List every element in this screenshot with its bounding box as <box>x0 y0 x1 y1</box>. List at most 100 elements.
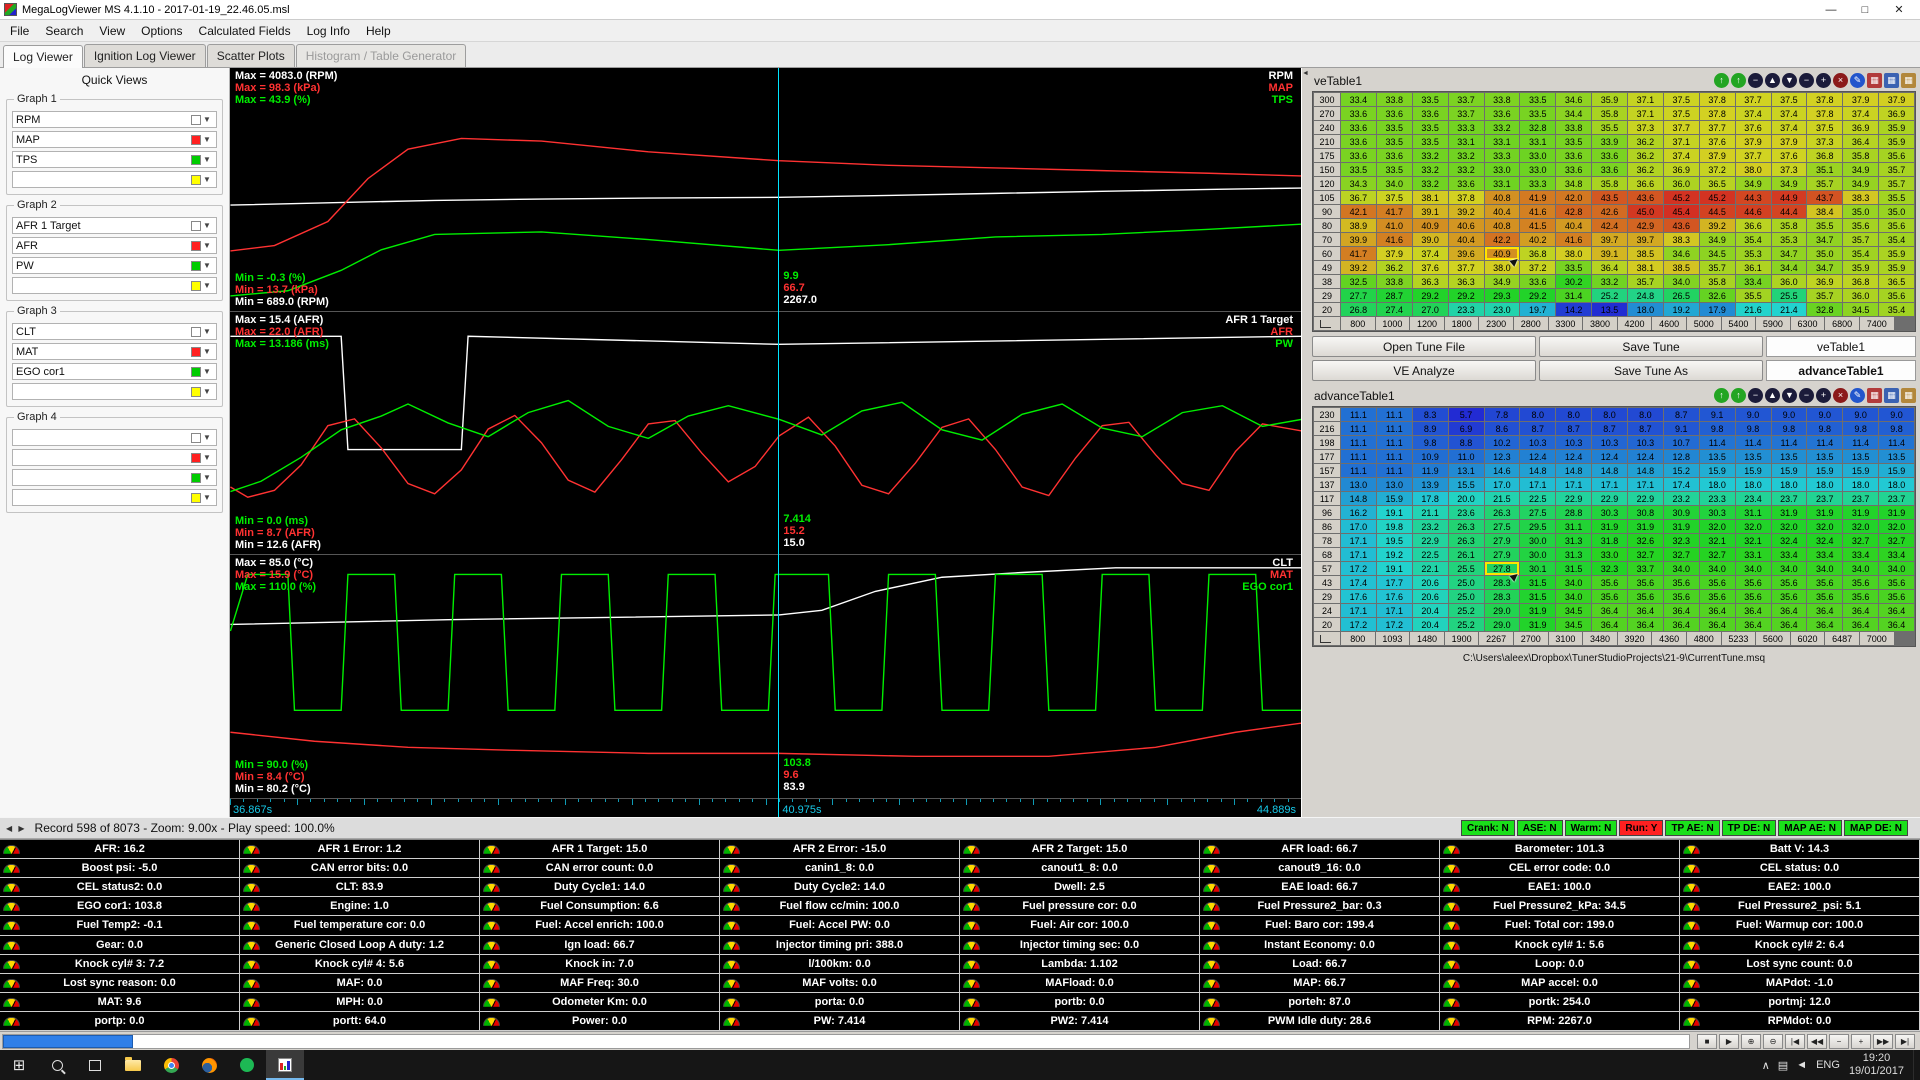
table-cell[interactable]: 32.7 <box>1628 548 1663 561</box>
gauge-afr-1-error[interactable]: AFR 1 Error: 1.2 <box>240 840 480 860</box>
table-cell[interactable]: 31.5 <box>1520 590 1556 603</box>
table-cell[interactable]: 31.1 <box>1735 506 1771 519</box>
table-cell[interactable]: 34.8 <box>1556 177 1592 190</box>
table-cell[interactable]: 37.9 <box>1699 149 1735 162</box>
table-cell[interactable]: 33.2 <box>1412 177 1448 190</box>
tab-ignition-log-viewer[interactable]: Ignition Log Viewer <box>83 44 206 67</box>
table-cell[interactable]: 35.6 <box>1699 576 1735 589</box>
table-cell[interactable]: 36.6 <box>1735 219 1771 232</box>
table-cell[interactable]: 35.8 <box>1699 275 1735 288</box>
gauge-eae1[interactable]: EAE1: 100.0 <box>1440 878 1680 898</box>
table-cell[interactable]: 32.4 <box>1771 534 1807 547</box>
table-cell[interactable]: 33.5 <box>1556 135 1592 148</box>
save-tune-button[interactable]: Save Tune <box>1539 336 1763 357</box>
table-cell[interactable]: 35.6 <box>1879 289 1914 302</box>
table-cell[interactable]: 29.2 <box>1412 289 1448 302</box>
last-record-button[interactable]: ▶| <box>1895 1033 1915 1049</box>
table-cell[interactable]: 17.1 <box>1628 478 1663 491</box>
table-cell[interactable]: 17.9 <box>1699 303 1735 316</box>
table-cell[interactable]: 34.0 <box>1771 562 1807 575</box>
table-cell[interactable]: 15.9 <box>1699 464 1735 477</box>
table-cell[interactable]: 44.9 <box>1771 191 1807 204</box>
gauge-afr-load[interactable]: AFR load: 66.7 <box>1200 840 1440 860</box>
table-cell[interactable]: 22.9 <box>1556 492 1592 505</box>
table-cell[interactable]: 38.5 <box>1628 247 1663 260</box>
search-icon[interactable] <box>38 1050 76 1080</box>
channel-select-empty[interactable]: ▼ <box>12 171 217 188</box>
table-cell[interactable]: 13.5 <box>1699 450 1735 463</box>
timeline-scrollbar[interactable] <box>2 1033 1690 1049</box>
channel-select-map[interactable]: MAP ▼ <box>12 131 217 148</box>
table-cell[interactable]: 37.7 <box>1735 93 1771 106</box>
table-cell[interactable]: 33.5 <box>1341 163 1376 176</box>
table-cell[interactable]: 35.9 <box>1879 247 1914 260</box>
gauge-porta[interactable]: porta: 0.0 <box>720 992 960 1012</box>
table-cell[interactable]: 33.5 <box>1412 135 1448 148</box>
table-cell[interactable]: 15.2 <box>1663 464 1699 477</box>
table-cell[interactable]: 9.0 <box>1771 408 1807 421</box>
table-cell[interactable]: 41.6 <box>1376 233 1412 246</box>
gauge-barometer[interactable]: Barometer: 101.3 <box>1440 840 1680 860</box>
table-cell[interactable]: 33.6 <box>1556 149 1592 162</box>
table-cell[interactable]: 33.8 <box>1376 93 1412 106</box>
table-cell[interactable]: 23.7 <box>1771 492 1807 505</box>
ve-shift-down-icon[interactable]: ▼ <box>1782 73 1797 88</box>
table-cell[interactable]: 17.1 <box>1556 478 1592 491</box>
table-cell[interactable]: 22.9 <box>1592 492 1627 505</box>
table-cell[interactable]: 35.7 <box>1807 289 1843 302</box>
table-cell[interactable]: 17.1 <box>1376 604 1412 617</box>
table-cell[interactable]: 35.6 <box>1771 590 1807 603</box>
table-cell[interactable]: 33.4 <box>1807 548 1843 561</box>
table-cell[interactable]: 36.4 <box>1879 604 1914 617</box>
table-cell[interactable]: 39.6 <box>1448 247 1484 260</box>
adv-add-icon[interactable]: + <box>1816 388 1831 403</box>
table-cell[interactable]: 16.2 <box>1341 506 1376 519</box>
table-cell[interactable]: 36.2 <box>1628 135 1663 148</box>
gauge-fuel-air-cor[interactable]: Fuel: Air cor: 100.0 <box>960 916 1200 936</box>
channel-select-empty[interactable]: ▼ <box>12 277 217 294</box>
table-cell[interactable]: 32.7 <box>1879 534 1914 547</box>
channel-select-clt[interactable]: CLT ▼ <box>12 323 217 340</box>
table-cell[interactable]: 11.4 <box>1699 436 1735 449</box>
table-cell[interactable]: 40.8 <box>1484 191 1520 204</box>
gauge-fuel-pressure2-bar[interactable]: Fuel Pressure2_bar: 0.3 <box>1200 897 1440 917</box>
table-cell[interactable]: 37.9 <box>1735 135 1771 148</box>
table-cell[interactable]: 34.7 <box>1807 261 1843 274</box>
gauge-afr-2-error[interactable]: AFR 2 Error: -15.0 <box>720 840 960 860</box>
gauge-duty-cycle2[interactable]: Duty Cycle2: 14.0 <box>720 878 960 898</box>
table-cell[interactable]: 11.4 <box>1879 436 1914 449</box>
network-icon[interactable]: ▤ <box>1778 1059 1788 1072</box>
table-cell[interactable]: 12.3 <box>1484 450 1520 463</box>
table-cell[interactable]: 30.3 <box>1592 506 1627 519</box>
ve-subtract-icon[interactable]: − <box>1799 73 1814 88</box>
table-cell[interactable]: 35.6 <box>1699 590 1735 603</box>
table-cell[interactable]: 12.4 <box>1520 450 1556 463</box>
table-cell[interactable]: 33.7 <box>1628 562 1663 575</box>
table-cell[interactable]: 33.5 <box>1376 163 1412 176</box>
table-cell[interactable]: 40.8 <box>1484 219 1520 232</box>
table-cell[interactable]: 11.1 <box>1376 464 1412 477</box>
table-cell[interactable]: 44.5 <box>1699 205 1735 218</box>
table-cell[interactable]: 34.0 <box>1556 590 1592 603</box>
table-cell[interactable]: 9.8 <box>1879 422 1914 435</box>
gauge-ign-load[interactable]: Ign load: 66.7 <box>480 935 720 955</box>
table-cell[interactable]: 32.0 <box>1735 520 1771 533</box>
table-cell[interactable]: 27.5 <box>1484 520 1520 533</box>
table-cell[interactable]: 33.5 <box>1520 93 1556 106</box>
table-cell[interactable]: 33.3 <box>1484 149 1520 162</box>
table-cell[interactable]: 40.6 <box>1448 219 1484 232</box>
table-cell[interactable]: 35.4 <box>1735 233 1771 246</box>
table-cell[interactable]: 14.8 <box>1520 464 1556 477</box>
table-cell[interactable]: 23.7 <box>1807 492 1843 505</box>
table-cell[interactable]: 30.3 <box>1699 506 1735 519</box>
ve-table-view-icon[interactable]: ▦ <box>1867 73 1882 88</box>
table-cell[interactable]: 11.4 <box>1771 436 1807 449</box>
gauge-fuel-warmup-cor[interactable]: Fuel: Warmup cor: 100.0 <box>1680 916 1920 936</box>
table-cell[interactable]: 40.4 <box>1556 219 1592 232</box>
channel-select-pw[interactable]: PW ▼ <box>12 257 217 274</box>
table-cell[interactable]: 36.4 <box>1807 604 1843 617</box>
table-cell[interactable]: 31.9 <box>1520 604 1556 617</box>
table-cell[interactable]: 33.6 <box>1341 149 1376 162</box>
close-button[interactable]: ✕ <box>1882 0 1916 19</box>
table-cell[interactable]: 37.8 <box>1807 107 1843 120</box>
